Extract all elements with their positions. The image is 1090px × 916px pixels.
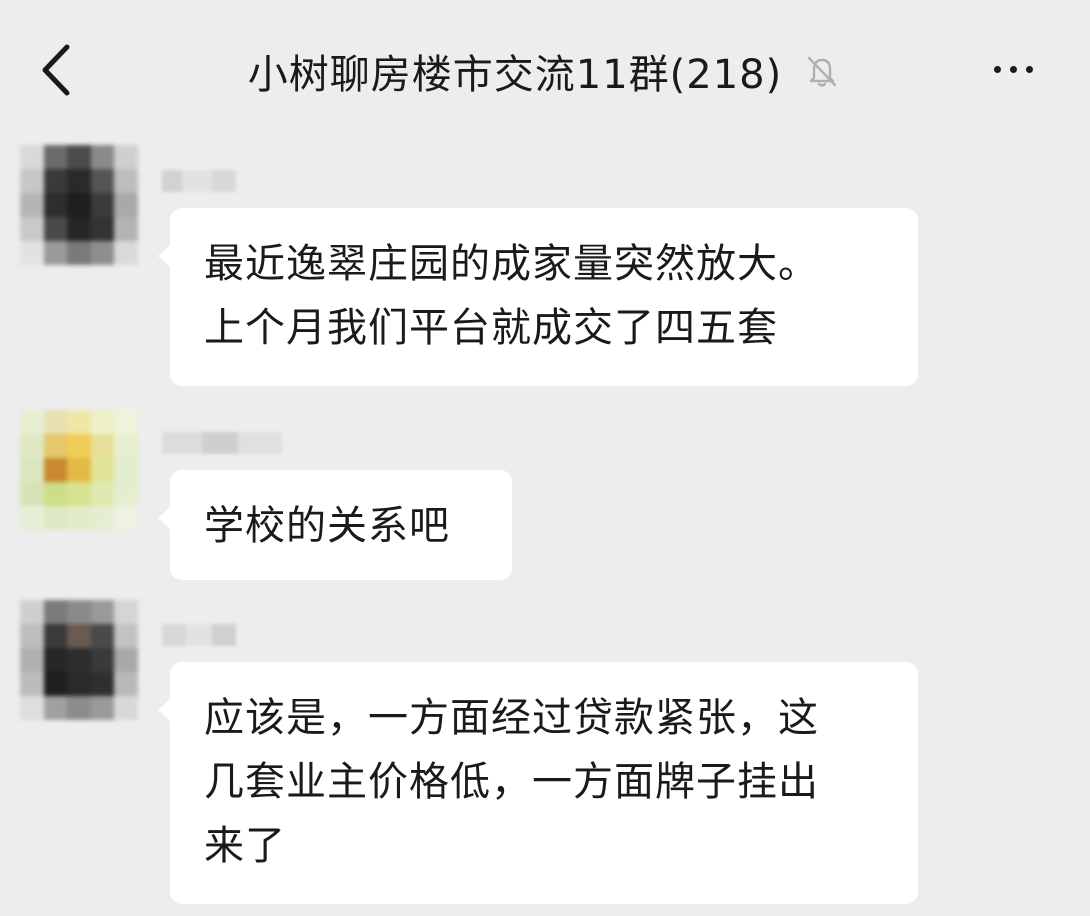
avatar-pixel [114,624,138,648]
avatar-pixel [43,410,68,434]
avatar-pixel [43,434,68,458]
avatar-pixel [114,600,138,624]
avatar-pixel [20,458,44,482]
avatar-pixel [67,145,91,169]
avatar-pixel [43,624,68,648]
avatar-pixel [43,482,68,506]
avatar-pixel [90,672,115,696]
avatar-pixel [114,434,138,458]
sender-name-blurred [162,624,236,646]
avatar-pixel [90,600,115,624]
message-text-line: 学校的关系吧 [204,503,450,549]
sender-name-blurred [162,432,282,454]
avatar-pixel [114,241,138,265]
avatar-pixel [114,217,138,241]
sender-name-blurred [162,170,236,192]
avatar-pixel [114,169,138,193]
avatar-pixel [90,434,115,458]
chat-screen: 小树聊房楼市交流11群(218) 最近逸翠庄园的成家量突然放大。 上个月我们平台… [0,0,1090,916]
chat-header: 小树聊房楼市交流11群(218) [0,0,1090,135]
avatar-pixel [90,169,115,193]
more-options-button[interactable] [978,44,1048,94]
avatar-pixel [67,672,91,696]
avatar-pixel [43,241,68,265]
avatar-pixel [90,241,115,265]
message-text-line: 上个月我们平台就成交了四五套 [204,305,778,351]
avatar-pixel [20,506,44,530]
more-dot [1009,65,1017,73]
avatar-pixel [67,241,91,265]
avatar-pixel [90,624,115,648]
avatar-pixel [43,506,68,530]
avatar-pixel [90,482,115,506]
avatar-pixel [114,648,138,672]
avatar-pixel [43,169,68,193]
avatar-pixel [43,193,68,217]
avatar-pixel [43,648,68,672]
avatar-pixel [43,145,68,169]
avatar-pixel [43,600,68,624]
avatar-pixel [90,410,115,434]
avatar-pixel [20,169,44,193]
avatar-pixel [20,217,44,241]
avatar-pixel [43,458,68,482]
more-dot [1025,65,1033,73]
avatar-pixel [114,482,138,506]
avatar-pixel [114,410,138,434]
avatar-pixel [20,624,44,648]
message-bubble[interactable]: 学校的关系吧 [158,470,512,580]
message-text-line: 来了 [204,823,286,869]
message-text-line: 最近逸翠庄园的成家量突然放大。 [204,241,819,287]
avatar-pixel [67,624,91,648]
avatar-pixel [67,600,91,624]
avatar-pixel [114,506,138,530]
title-area: 小树聊房楼市交流11群(218) [0,36,1090,106]
avatar-pixel [67,434,91,458]
avatar-pixel [20,600,44,624]
avatar-pixel [90,648,115,672]
avatar-pixel [20,434,44,458]
avatar-pixel [114,696,138,720]
avatar-pixel [90,506,115,530]
avatar-pixel [20,145,44,169]
avatar-pixel [90,193,115,217]
avatar-pixel [67,169,91,193]
message-bubble[interactable]: 应该是，一方面经过贷款紧张，这 几套业主价格低，一方面牌子挂出 来了 [158,662,918,904]
avatar-pixel [20,410,44,434]
avatar-pixel [20,648,44,672]
avatar[interactable] [20,600,138,720]
avatar-pixel [20,672,44,696]
avatar-pixel [43,672,68,696]
avatar-pixel [43,696,68,720]
avatar-pixel [90,458,115,482]
avatar-pixel [67,217,91,241]
group-title: 小树聊房楼市交流11群(218) [247,52,783,98]
bell-off-icon [808,56,837,87]
avatar-pixel [90,145,115,169]
avatar-pixel [67,696,91,720]
avatar-pixel [20,696,44,720]
avatar-pixel [90,696,115,720]
message-text-line: 应该是，一方面经过贷款紧张，这 [204,695,819,741]
avatar-pixel [67,648,91,672]
avatar-pixel [114,193,138,217]
avatar-pixel [90,217,115,241]
avatar-pixel [67,410,91,434]
avatar-pixel [114,672,138,696]
message-bubble[interactable]: 最近逸翠庄园的成家量突然放大。 上个月我们平台就成交了四五套 [158,208,918,386]
message-text-line: 几套业主价格低，一方面牌子挂出 [204,759,819,805]
avatar-pixel [20,193,44,217]
avatar-pixel [20,482,44,506]
avatar-pixel [67,506,91,530]
avatar-pixel [114,145,138,169]
avatar-pixel [67,482,91,506]
avatar-pixel [67,193,91,217]
avatar-pixel [67,458,91,482]
avatar[interactable] [20,410,138,530]
avatar-pixel [20,241,44,265]
avatar-pixel [43,217,68,241]
more-horizontal-icon [993,65,1001,73]
avatar-pixel [114,458,138,482]
avatar[interactable] [20,145,138,265]
